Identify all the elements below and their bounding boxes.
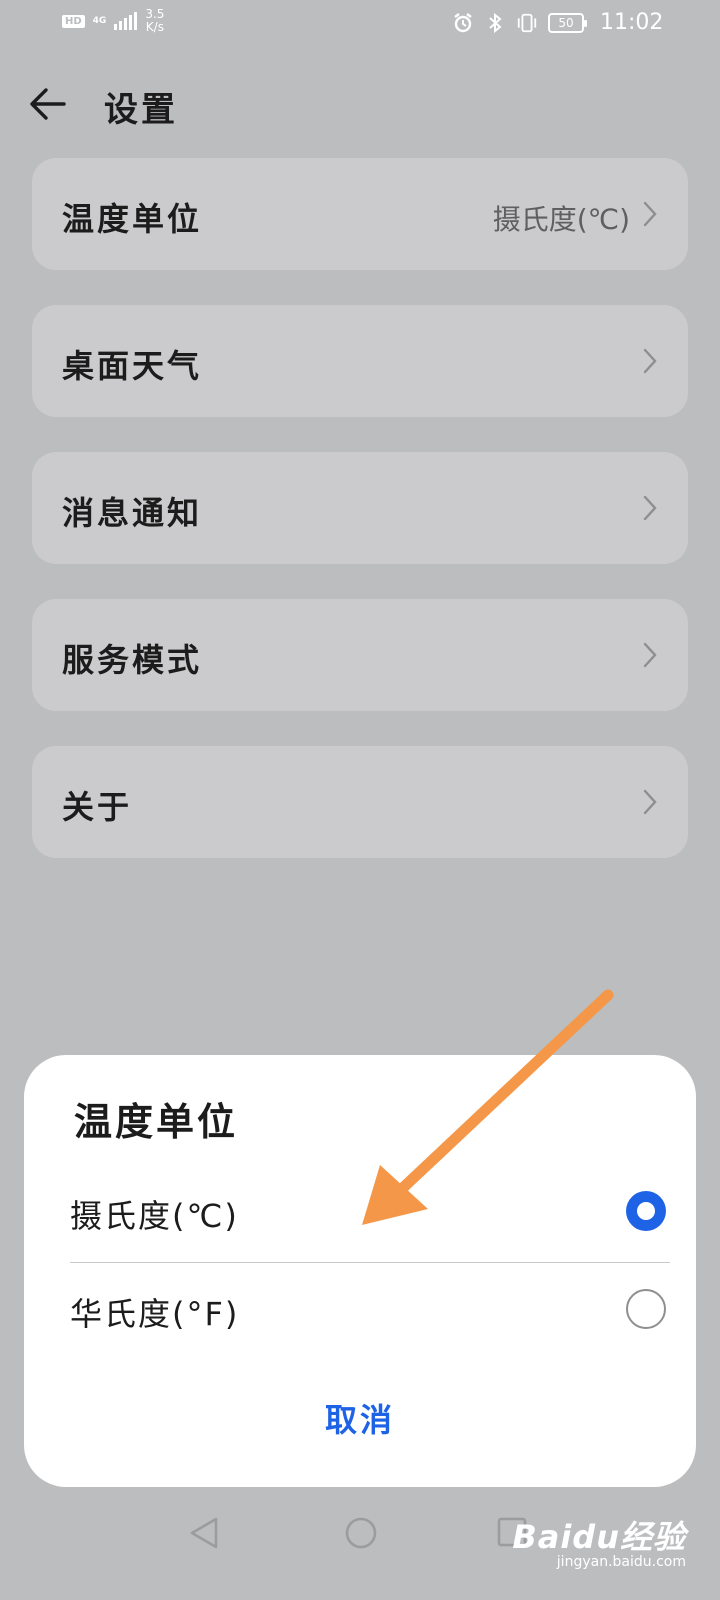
chevron-right-icon <box>643 201 657 227</box>
battery-icon: 50 <box>548 13 587 33</box>
chevron-right-icon <box>643 348 657 374</box>
page-title: 设置 <box>104 90 178 130</box>
setting-about[interactable]: 关于 <box>32 746 688 858</box>
top-bar: 设置 <box>0 70 720 140</box>
chevron-right-icon <box>643 789 657 815</box>
nav-home-icon[interactable] <box>344 1516 378 1550</box>
status-left: HD 4G 3.5 K/s <box>62 8 164 34</box>
vibrate-icon <box>516 12 538 34</box>
setting-notifications[interactable]: 消息通知 <box>32 452 688 564</box>
setting-label: 消息通知 <box>62 494 203 532</box>
network-type: 4G <box>92 15 107 26</box>
chevron-right-icon <box>643 495 657 521</box>
radio-unselected[interactable] <box>626 1289 666 1329</box>
network-speed: 3.5 K/s <box>145 7 165 34</box>
signal-icon <box>114 12 138 30</box>
status-bar: HD 4G 3.5 K/s 50 11:02 <box>0 0 720 50</box>
annotation-arrow-icon <box>362 989 614 1225</box>
chevron-right-icon <box>643 642 657 668</box>
alarm-icon <box>452 12 474 34</box>
nav-back-icon[interactable] <box>188 1516 220 1550</box>
setting-service-mode[interactable]: 服务模式 <box>32 599 688 711</box>
setting-label: 温度单位 <box>62 200 203 238</box>
setting-value: 摄氏度(℃) <box>492 203 630 236</box>
setting-temperature-unit[interactable]: 温度单位 摄氏度(℃) <box>32 158 688 270</box>
option-label: 华氏度(°F) <box>70 1295 240 1333</box>
back-button[interactable] <box>28 84 68 124</box>
option-label: 摄氏度(℃) <box>70 1197 239 1235</box>
bluetooth-icon <box>484 12 506 34</box>
radio-selected[interactable] <box>626 1191 666 1231</box>
setting-label: 桌面天气 <box>62 347 203 385</box>
back-arrow-icon <box>30 88 66 120</box>
setting-label: 关于 <box>62 788 133 826</box>
watermark-logo: Baidu经验 <box>512 1518 686 1556</box>
cancel-button[interactable]: 取消 <box>24 1395 696 1441</box>
setting-desktop-weather[interactable]: 桌面天气 <box>32 305 688 417</box>
setting-label: 服务模式 <box>62 641 203 679</box>
option-fahrenheit[interactable]: 华氏度(°F) <box>70 1263 670 1359</box>
watermark: Baidu经验 jingyan.baidu.com <box>512 1512 686 1570</box>
status-right: 50 <box>452 12 587 34</box>
clock: 11:02 <box>600 10 664 35</box>
dialog-title: 温度单位 <box>74 1100 239 1144</box>
hd-badge: HD <box>62 14 85 28</box>
